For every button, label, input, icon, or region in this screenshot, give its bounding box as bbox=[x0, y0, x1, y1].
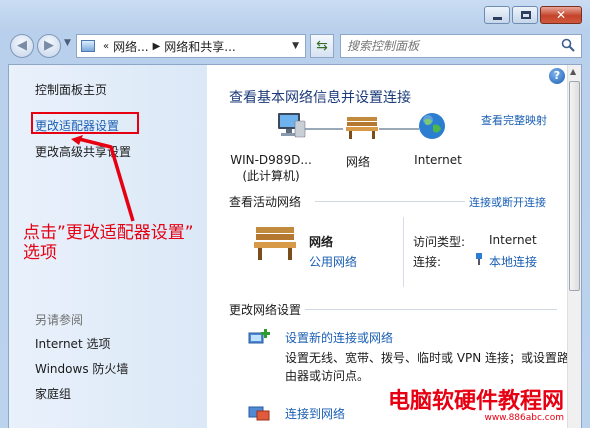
annotation-arrow-icon bbox=[71, 135, 135, 222]
network-bench-icon bbox=[346, 117, 378, 139]
search-icon[interactable] bbox=[561, 38, 575, 52]
maximize-button[interactable] bbox=[512, 6, 538, 24]
active-network-name: 网络 bbox=[309, 235, 334, 249]
control-panel-icon bbox=[81, 40, 95, 52]
watermark: 电脑软硬件教程网 www.886abc.com bbox=[388, 383, 564, 423]
content-area: 控制面板主页 更改适配器设置 更改高级共享设置 另请参阅 Internet 选项… bbox=[8, 64, 582, 428]
connect-network-link[interactable]: 连接到网络 bbox=[285, 405, 345, 422]
connections-label: 连接: bbox=[413, 255, 442, 269]
network-type-link[interactable]: 公用网络 bbox=[309, 253, 357, 270]
history-dropdown-icon[interactable]: ▼ bbox=[64, 38, 71, 48]
refresh-icon: ⇆ bbox=[316, 38, 328, 54]
setup-connection-link[interactable]: 设置新的连接或网络 bbox=[285, 329, 393, 346]
windows-firewall-link[interactable]: Windows 防火墙 bbox=[35, 360, 128, 377]
scrollbar-thumb[interactable] bbox=[569, 81, 580, 291]
section-divider bbox=[315, 201, 465, 202]
map-link-line bbox=[303, 128, 343, 130]
connect-disconnect-link[interactable]: 连接或断开连接 bbox=[469, 194, 546, 210]
homegroup-link[interactable]: 家庭组 bbox=[35, 385, 71, 402]
forward-button[interactable]: ▶ bbox=[37, 34, 61, 58]
breadcrumb-network-sharing[interactable]: 网络和共享... bbox=[164, 38, 235, 55]
ethernet-plug-icon bbox=[476, 253, 482, 265]
window-caption-buttons: ✕ bbox=[482, 6, 582, 24]
close-button[interactable]: ✕ bbox=[540, 6, 582, 24]
active-networks-heading: 查看活动网络 bbox=[229, 195, 302, 209]
close-icon: ✕ bbox=[555, 8, 567, 22]
public-network-bench-icon bbox=[254, 227, 296, 260]
internet-globe-icon bbox=[419, 113, 445, 139]
minimize-button[interactable] bbox=[484, 6, 510, 24]
breadcrumb-chevron-icon[interactable]: ▶ bbox=[153, 41, 161, 52]
refresh-button[interactable]: ⇆ bbox=[310, 34, 334, 58]
highlight-box bbox=[31, 112, 139, 134]
help-icon[interactable]: ? bbox=[549, 68, 565, 84]
internet-node[interactable]: Internet bbox=[403, 153, 473, 167]
annotation-line-1: 点击”更改适配器设置” bbox=[23, 223, 194, 243]
main-panel: 查看基本网络信息并设置连接 查看完整映射 WIN-D989D... (此计算机)… bbox=[207, 65, 569, 428]
address-bar[interactable]: « 网络... ▶ 网络和共享... ▼ bbox=[76, 34, 306, 58]
address-dropdown-icon[interactable]: ▼ bbox=[292, 41, 299, 51]
section-divider bbox=[305, 309, 557, 310]
navigation-bar: ◀ ▶ ▼ « 网络... ▶ 网络和共享... ▼ ⇆ bbox=[8, 32, 582, 60]
page-title: 查看基本网络信息并设置连接 bbox=[229, 90, 411, 106]
breadcrumb-overflow-icon[interactable]: « bbox=[103, 41, 109, 52]
control-panel-home-link[interactable]: 控制面板主页 bbox=[35, 81, 107, 98]
access-type-label: 访问类型: bbox=[413, 235, 466, 249]
forward-arrow-icon: ▶ bbox=[44, 38, 54, 53]
computer-sub-label: (此计算机) bbox=[242, 169, 300, 183]
scroll-up-icon[interactable]: ▲ bbox=[570, 67, 579, 76]
network-node[interactable]: 网络 bbox=[333, 153, 383, 170]
vertical-scrollbar[interactable]: ▲ bbox=[567, 65, 581, 428]
task-sidebar: 控制面板主页 更改适配器设置 更改高级共享设置 另请参阅 Internet 选项… bbox=[9, 65, 207, 428]
internet-options-link[interactable]: Internet 选项 bbox=[35, 335, 110, 352]
local-connection-link[interactable]: 本地连接 bbox=[489, 253, 537, 270]
annotation-callout: 点击”更改适配器设置” 选项 bbox=[23, 223, 194, 263]
back-button[interactable]: ◀ bbox=[10, 34, 34, 58]
new-connection-icon bbox=[248, 329, 270, 344]
explorer-window: ✕ ◀ ▶ ▼ « 网络... ▶ 网络和共享... ▼ ⇆ 控制面板主页 更改… bbox=[0, 0, 590, 428]
computer-icon bbox=[278, 113, 306, 138]
map-link-line bbox=[379, 128, 419, 130]
setup-connection-description: 设置无线、宽带、拨号、临时或 VPN 连接；或设置路由器或访问点。 bbox=[285, 351, 570, 383]
watermark-title: 电脑软硬件教程网 bbox=[388, 389, 565, 414]
breadcrumb-network[interactable]: 网络... bbox=[113, 38, 148, 55]
annotation-line-2: 选项 bbox=[23, 243, 57, 263]
change-settings-heading: 更改网络设置 bbox=[229, 303, 302, 317]
minimize-icon bbox=[493, 17, 502, 20]
computer-name: WIN-D989D... bbox=[230, 153, 312, 167]
vertical-divider bbox=[403, 217, 404, 287]
back-arrow-icon: ◀ bbox=[17, 38, 27, 53]
this-computer-node[interactable]: WIN-D989D... (此计算机) bbox=[221, 153, 321, 184]
maximize-icon bbox=[521, 11, 531, 19]
search-input[interactable] bbox=[347, 35, 557, 57]
see-also-heading: 另请参阅 bbox=[35, 313, 84, 327]
view-full-map-link[interactable]: 查看完整映射 bbox=[481, 112, 547, 128]
connect-network-icon bbox=[248, 406, 270, 421]
access-type-value: Internet bbox=[489, 233, 537, 247]
search-box[interactable] bbox=[340, 34, 582, 58]
